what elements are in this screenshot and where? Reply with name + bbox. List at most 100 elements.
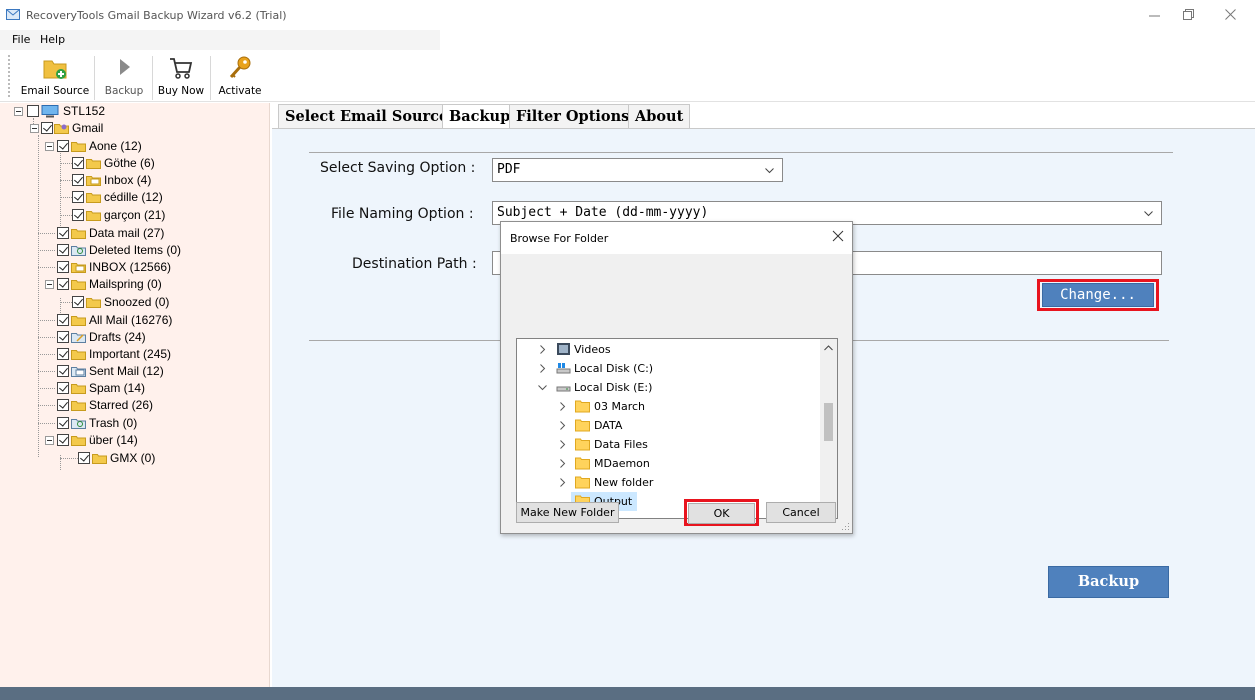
- scrollbar-thumb[interactable]: [824, 403, 833, 441]
- minimize-button[interactable]: [1140, 4, 1170, 26]
- ok-button[interactable]: OK: [688, 503, 755, 524]
- tree-label: All Mail (16276): [89, 313, 173, 327]
- folder-item-label: Data Files: [594, 438, 648, 451]
- tree-checkbox[interactable]: [57, 244, 69, 256]
- folder-item[interactable]: Data Files: [517, 435, 820, 454]
- tree-label: Deleted Items (0): [89, 243, 182, 257]
- tree-checkbox[interactable]: [57, 227, 69, 239]
- status-bar: [0, 687, 1255, 700]
- tree-checkbox[interactable]: [27, 105, 39, 117]
- collapse-icon[interactable]: [30, 124, 39, 133]
- folder-icon: [86, 211, 101, 221]
- folder-item[interactable]: Local Disk (C:): [517, 359, 820, 378]
- saving-option-select[interactable]: PDF: [492, 158, 783, 182]
- tree-label: Drafts (24): [89, 330, 146, 344]
- folder-icon: [71, 384, 86, 394]
- tree-line: [38, 233, 55, 234]
- scroll-up-icon[interactable]: [824, 345, 833, 351]
- tree-checkbox[interactable]: [72, 191, 84, 203]
- folder-item-label: DATA: [594, 419, 623, 432]
- tree-label: Starred (26): [89, 398, 154, 412]
- folder-item[interactable]: DATA: [517, 416, 820, 435]
- chevron-right-icon: [560, 421, 566, 430]
- tree-label: garçon (21): [104, 208, 166, 222]
- tree-checkbox[interactable]: [72, 209, 84, 221]
- backup-toolbar-button[interactable]: Backup: [98, 50, 150, 102]
- folder-item[interactable]: New folder: [517, 473, 820, 492]
- tree-checkbox[interactable]: [57, 348, 69, 360]
- email-source-label: Email Source: [20, 85, 90, 97]
- folder-icon: [575, 400, 590, 413]
- menu-help[interactable]: Help: [40, 33, 65, 46]
- tree-checkbox[interactable]: [72, 174, 84, 186]
- tree-checkbox[interactable]: [57, 278, 69, 290]
- folder-icon: [575, 419, 590, 432]
- folder-item[interactable]: Videos: [517, 340, 820, 359]
- folder-item[interactable]: MDaemon: [517, 454, 820, 473]
- collapse-icon[interactable]: [45, 436, 54, 445]
- resize-grip-icon[interactable]: [842, 523, 850, 531]
- tab-filter-options[interactable]: Filter Options: [509, 104, 637, 128]
- folder-item[interactable]: 03 March: [517, 397, 820, 416]
- recycle-folder-icon: [71, 246, 86, 256]
- change-button[interactable]: Change...: [1042, 283, 1154, 307]
- folder-icon: [71, 229, 86, 239]
- menu-file[interactable]: File: [12, 33, 30, 46]
- tab-about[interactable]: About: [628, 104, 691, 128]
- email-source-button[interactable]: Email Source: [20, 50, 90, 102]
- buy-now-button[interactable]: Buy Now: [155, 50, 207, 102]
- restore-icon: [1183, 9, 1194, 20]
- folder-list[interactable]: Videos Local Disk (C:) Local Disk (E:) 0…: [516, 338, 838, 519]
- activate-button[interactable]: Activate: [213, 50, 267, 102]
- folder-icon: [86, 193, 101, 203]
- minimize-icon: [1149, 15, 1160, 17]
- tree-checkbox[interactable]: [57, 331, 69, 343]
- backup-button[interactable]: Backup: [1048, 566, 1169, 598]
- folder-icon: [92, 454, 107, 464]
- tree-line: [60, 180, 72, 181]
- tree-checkbox[interactable]: [72, 296, 84, 308]
- restore-button[interactable]: [1174, 4, 1204, 26]
- tree-line: [38, 267, 55, 268]
- tree-checkbox[interactable]: [57, 382, 69, 394]
- tree-checkbox[interactable]: [57, 140, 69, 152]
- chevron-right-icon: [560, 402, 566, 411]
- saving-option-value: PDF: [497, 162, 521, 177]
- tree-checkbox[interactable]: [57, 314, 69, 326]
- tree-checkbox[interactable]: [78, 452, 90, 464]
- tab-select-email-source[interactable]: Select Email Source: [278, 104, 456, 128]
- tab-backup[interactable]: Backup: [442, 104, 518, 129]
- play-icon: [120, 59, 130, 75]
- chevron-right-icon: [540, 364, 546, 373]
- folder-icon: [71, 142, 86, 152]
- close-icon[interactable]: [832, 230, 844, 242]
- tree-checkbox[interactable]: [57, 399, 69, 411]
- chevron-down-icon: [1144, 211, 1153, 217]
- tree-checkbox[interactable]: [57, 417, 69, 429]
- folder-item-label: Local Disk (C:): [574, 362, 654, 375]
- tree-line: [60, 197, 72, 198]
- collapse-icon[interactable]: [14, 107, 23, 116]
- make-new-folder-button[interactable]: Make New Folder: [516, 502, 619, 523]
- destination-path-label: Destination Path :: [352, 256, 477, 272]
- tree-checkbox[interactable]: [57, 261, 69, 273]
- close-window-button[interactable]: [1216, 4, 1246, 26]
- tree-line: [38, 337, 55, 338]
- folder-icon: [71, 280, 86, 290]
- tree-label: Trash (0): [89, 416, 138, 430]
- tree-line: [38, 423, 55, 424]
- collapse-icon[interactable]: [45, 280, 54, 289]
- cancel-button[interactable]: Cancel: [766, 502, 836, 523]
- tree-checkbox[interactable]: [57, 365, 69, 377]
- saving-option-label: Select Saving Option :: [320, 160, 476, 176]
- tree-checkbox[interactable]: [72, 157, 84, 169]
- toolbar: Email Source Backup Buy Now Activate: [0, 50, 1255, 102]
- collapse-icon[interactable]: [45, 142, 54, 151]
- tree-checkbox[interactable]: [41, 122, 53, 134]
- tree-checkbox[interactable]: [57, 434, 69, 446]
- folder-item[interactable]: Local Disk (E:): [517, 378, 820, 397]
- inbox-folder-icon: [86, 176, 101, 186]
- tree-line: [38, 371, 55, 372]
- tree-line: [60, 163, 72, 164]
- folder-list-scrollbar[interactable]: [820, 339, 837, 518]
